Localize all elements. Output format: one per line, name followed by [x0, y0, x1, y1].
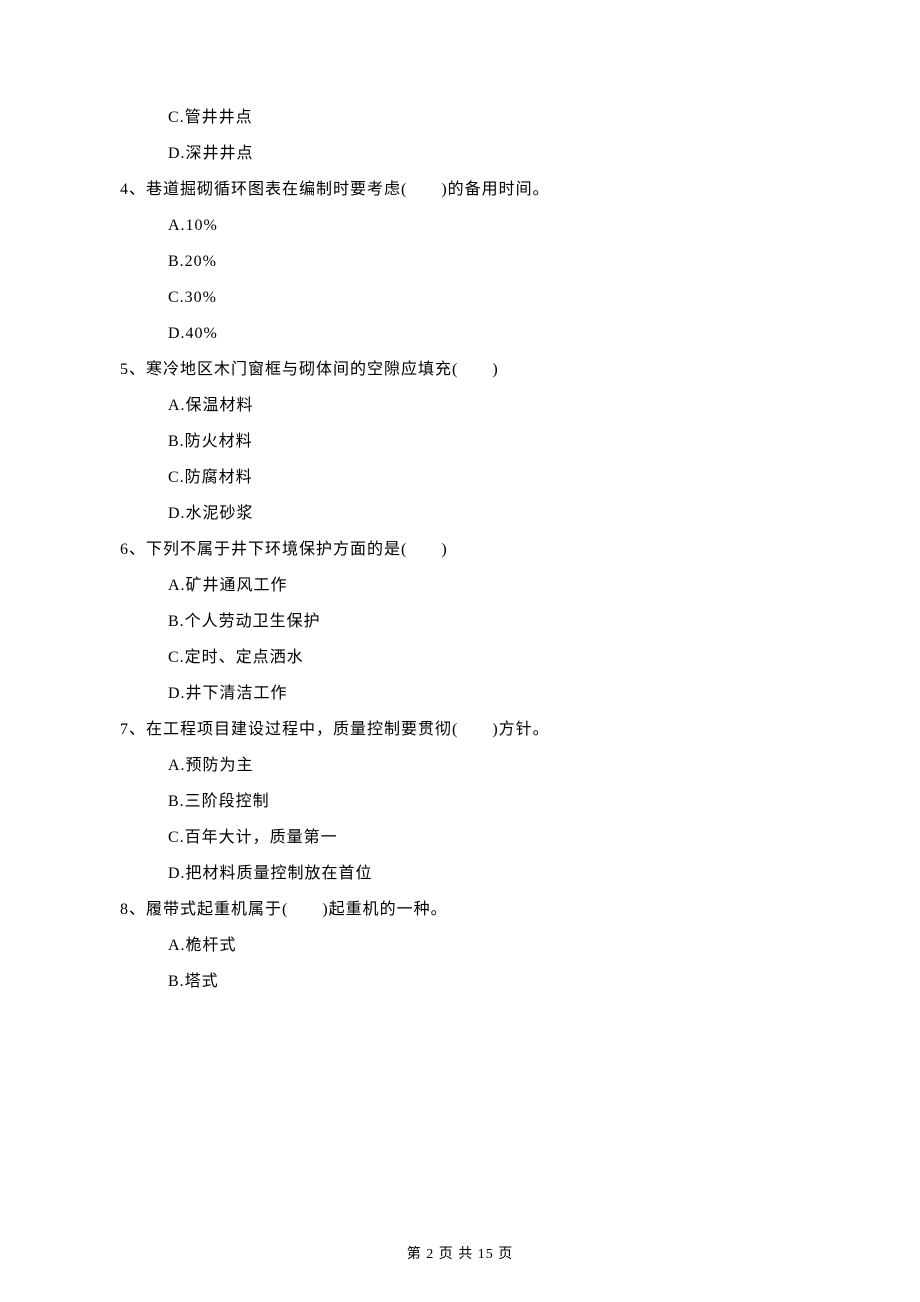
q6-option-d: D.井下清洁工作	[168, 686, 800, 702]
q6-option-b: B.个人劳动卫生保护	[168, 614, 800, 630]
q7-option-b: B.三阶段控制	[168, 794, 800, 810]
q6-option-a: A.矿井通风工作	[168, 578, 800, 594]
q5-stem: 5、寒冷地区木门窗框与砌体间的空隙应填充( )	[120, 362, 800, 378]
q7-option-c: C.百年大计，质量第一	[168, 830, 800, 846]
q4-stem: 4、巷道掘砌循环图表在编制时要考虑( )的备用时间。	[120, 182, 800, 198]
q4-option-a: A.10%	[168, 218, 800, 234]
q4-option-d: D.40%	[168, 326, 800, 342]
q6-option-c: C.定时、定点洒水	[168, 650, 800, 666]
q5-option-a: A.保温材料	[168, 398, 800, 414]
q7-option-a: A.预防为主	[168, 758, 800, 774]
q4-option-b: B.20%	[168, 254, 800, 270]
q7-stem: 7、在工程项目建设过程中，质量控制要贯彻( )方针。	[120, 722, 800, 738]
q4-option-c: C.30%	[168, 290, 800, 306]
page-footer: 第 2 页 共 15 页	[0, 1248, 920, 1262]
page-content: C.管井井点 D.深井井点 4、巷道掘砌循环图表在编制时要考虑( )的备用时间。…	[0, 0, 920, 990]
q6-stem: 6、下列不属于井下环境保护方面的是( )	[120, 542, 800, 558]
q8-option-a: A.桅杆式	[168, 938, 800, 954]
q5-option-c: C.防腐材料	[168, 470, 800, 486]
q5-option-b: B.防火材料	[168, 434, 800, 450]
q3-option-d: D.深井井点	[168, 146, 800, 162]
q8-option-b: B.塔式	[168, 974, 800, 990]
q8-stem: 8、履带式起重机属于( )起重机的一种。	[120, 902, 800, 918]
q5-option-d: D.水泥砂浆	[168, 506, 800, 522]
q3-option-c: C.管井井点	[168, 110, 800, 126]
q7-option-d: D.把材料质量控制放在首位	[168, 866, 800, 882]
